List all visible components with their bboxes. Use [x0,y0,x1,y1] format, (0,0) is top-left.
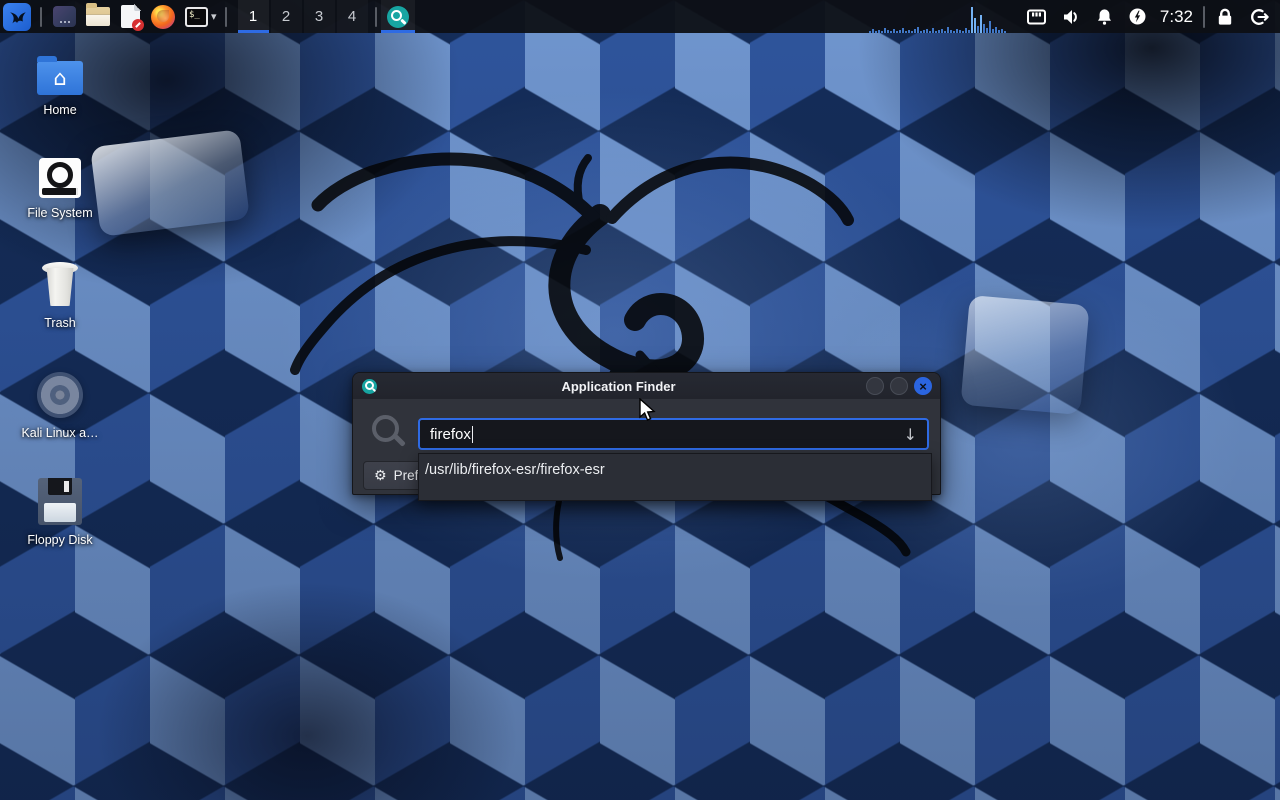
launcher-screen-app[interactable] [53,6,76,27]
search-input-value: firefox [430,426,471,443]
notifications-tray-button[interactable] [1095,7,1114,27]
firefox-icon [151,5,175,29]
maximize-button[interactable] [890,377,908,395]
panel-separator [40,7,42,27]
desktop-icon-file-system[interactable]: File System [0,158,120,220]
desktop-icon-label: Floppy Disk [0,533,120,547]
desktop-icon-label: Trash [0,316,120,330]
volume-icon [1061,7,1081,27]
file-manager-icon [86,7,110,26]
launcher-text-editor[interactable] [121,5,140,28]
panel-right-cluster: 7:32 [869,0,1280,33]
network-icon [1026,7,1047,27]
desktop-icon-home[interactable]: ⌂ Home [0,55,120,117]
desktop-icon-trash[interactable]: Trash [0,262,120,330]
edit-badge-icon [132,19,144,31]
app-finder-icon [387,6,409,28]
power-manager-icon [1128,7,1147,26]
completion-dropdown: /usr/lib/firefox-esr/firefox-esr [418,453,932,501]
power-manager-tray-button[interactable] [1128,7,1147,26]
terminal-icon: $_ [185,7,208,27]
logout-icon [1249,7,1270,27]
screen-app-icon [53,6,76,27]
close-button[interactable]: × [914,377,932,395]
hard-drive-icon [39,158,81,198]
gear-icon: ⚙ [374,468,387,484]
desktop-icon-label: File System [0,206,120,220]
volume-tray-button[interactable] [1061,7,1081,27]
titlebar[interactable]: Application Finder × [353,373,940,399]
desktop-wallpaper: ⌂ Home File System Trash Kali Linux a… F… [0,0,1280,800]
close-icon: × [919,380,927,393]
clock[interactable]: 7:32 [1160,7,1193,27]
network-tray-button[interactable] [1026,7,1047,27]
dropdown-arrow-icon[interactable]: ↓ [904,425,917,444]
house-glyph: ⌂ [37,61,83,95]
cpu-graph[interactable] [869,0,1009,33]
launcher-file-manager[interactable] [86,7,110,26]
workspace-3[interactable]: 3 [304,0,335,33]
desktop-icon-kali-linux[interactable]: Kali Linux a… [0,372,120,440]
kali-whisker-menu-icon [3,3,31,31]
lock-screen-button[interactable] [1215,7,1235,27]
home-folder-icon: ⌂ [37,61,83,95]
logout-button[interactable] [1249,7,1270,27]
panel-separator [225,7,227,27]
app-finder-icon [362,379,377,394]
glass-cube-decoration [960,295,1089,415]
minimize-button[interactable] [866,377,884,395]
panel-separator [1203,6,1205,28]
chevron-down-icon[interactable]: ▾ [211,10,217,23]
text-caret [472,426,474,443]
search-icon [371,414,405,448]
whisker-menu-button[interactable] [0,3,34,31]
workspace-4[interactable]: 4 [337,0,368,33]
taskbar-app-finder[interactable] [381,0,415,33]
launcher-terminal[interactable]: $_ ▾ [185,7,221,27]
desktop-icon-label: Kali Linux a… [0,426,120,440]
completion-item[interactable]: /usr/lib/firefox-esr/firefox-esr [419,454,931,485]
search-input[interactable]: firefox ↓ [418,418,929,450]
floppy-disk-icon [38,478,82,525]
panel-separator [375,7,377,27]
desktop-icon-floppy-disk[interactable]: Floppy Disk [0,478,120,547]
workspace-1[interactable]: 1 [238,0,269,33]
workspace-2[interactable]: 2 [271,0,302,33]
notifications-bell-icon [1095,7,1114,27]
launcher-firefox[interactable] [151,5,175,29]
text-editor-icon [121,5,140,28]
lock-icon [1215,7,1235,27]
workspace-switcher: 1 2 3 4 [237,0,369,33]
top-panel: $_ ▾ 1 2 3 4 [0,0,1280,33]
disc-icon [37,372,83,418]
application-finder-window: Application Finder × firefox ↓ ⚙ Prefere… [352,372,941,495]
trash-icon [40,262,80,308]
desktop-icon-label: Home [0,103,120,117]
window-title: Application Finder [377,379,860,394]
